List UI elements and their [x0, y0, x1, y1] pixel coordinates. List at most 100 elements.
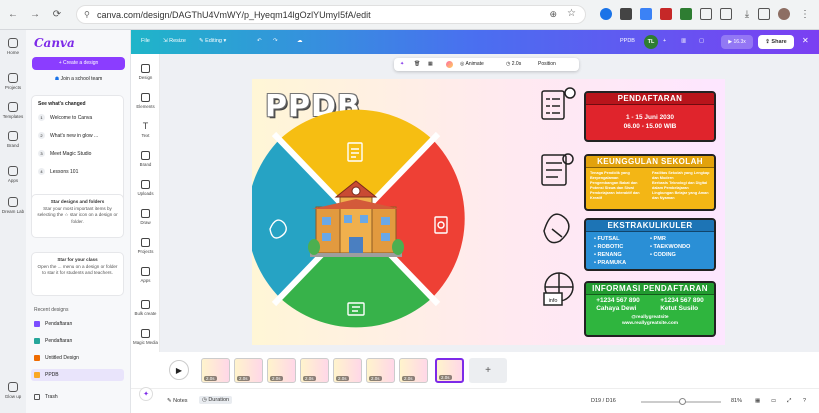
- trash-item[interactable]: Trash: [31, 391, 124, 403]
- extension-icon[interactable]: [620, 8, 632, 20]
- magic-media-icon: [141, 329, 150, 338]
- tool-apps[interactable]: Apps: [131, 267, 160, 283]
- notes-button[interactable]: ✎ Notes: [167, 398, 188, 404]
- menu-icon[interactable]: ⋮: [798, 8, 812, 22]
- zoom-level[interactable]: 81%: [731, 398, 742, 404]
- tool-design[interactable]: Design: [131, 64, 160, 80]
- duration-button[interactable]: ◷ 2.0s: [506, 61, 521, 67]
- puzzle-icon[interactable]: [700, 8, 712, 20]
- avatar[interactable]: TL: [644, 35, 658, 49]
- page-thumbnail[interactable]: 2.0s: [399, 358, 428, 383]
- list-item[interactable]: 2 What's new in glow ...: [38, 132, 98, 139]
- page-thumbnail[interactable]: 2.0s: [333, 358, 362, 383]
- back-icon[interactable]: ←: [6, 8, 20, 22]
- rail-glow-up[interactable]: Glow up: [0, 382, 26, 399]
- duration-button[interactable]: ◷ Duration: [199, 396, 233, 404]
- page-counter[interactable]: D19 / D16: [591, 398, 616, 404]
- extension-icon[interactable]: [680, 8, 692, 20]
- page-thumbnail[interactable]: 2.0s: [366, 358, 395, 383]
- recent-item-active[interactable]: PPDB: [31, 369, 124, 381]
- download-icon[interactable]: ⤓: [740, 8, 754, 22]
- document-title[interactable]: PPDB: [620, 38, 635, 44]
- share-button[interactable]: ⇪ Share: [758, 35, 794, 49]
- resize-button[interactable]: ⇲ Resize: [163, 38, 186, 44]
- tool-projects[interactable]: Projects: [131, 238, 160, 254]
- analytics-icon[interactable]: ▥: [681, 38, 686, 44]
- design-page[interactable]: PPDB info PENDAFTARAN 1 - 15 Juni 2030 0…: [252, 79, 725, 345]
- rail-templates[interactable]: Templates: [0, 102, 26, 119]
- ekstrakulikuler-box[interactable]: EKSTRAKULIKULER • FUTSAL • ROBOTIC • REN…: [584, 218, 716, 271]
- sidebar-icon[interactable]: [720, 8, 732, 20]
- add-page-button[interactable]: +: [469, 358, 507, 383]
- fullscreen-icon[interactable]: ⤢: [787, 398, 791, 405]
- brand-icon: [8, 131, 18, 141]
- zoom-slider[interactable]: [641, 398, 721, 405]
- profile-avatar[interactable]: [778, 8, 790, 20]
- tool-text[interactable]: T Text: [131, 122, 160, 139]
- extension-icon[interactable]: [640, 8, 652, 20]
- page-thumbnail-active[interactable]: 2.0s: [435, 358, 464, 383]
- rail-brand[interactable]: Brand: [0, 131, 26, 148]
- delete-icon[interactable]: 🗑: [414, 61, 420, 67]
- magic-icon[interactable]: ✦: [400, 61, 404, 67]
- present-button[interactable]: ▶ 16.3x: [721, 35, 753, 49]
- forward-icon[interactable]: →: [28, 8, 42, 22]
- rail-apps[interactable]: Apps: [0, 166, 26, 183]
- keunggulan-box[interactable]: KEUNGGULAN SEKOLAH Tenaga Pendidik yang …: [584, 154, 716, 211]
- page-count-icon[interactable]: ▭: [771, 398, 776, 404]
- rail-projects[interactable]: Projects: [0, 73, 26, 90]
- page-thumbnail[interactable]: 2.0s: [267, 358, 296, 383]
- informasi-box[interactable]: INFORMASI PENDAFTARAN +1234 567 890 Cahay…: [584, 281, 716, 337]
- comment-icon[interactable]: ▢: [699, 38, 704, 44]
- browser-toolbar: ← → ⟳ ⚲ canva.com/design/DAGThU4VmWY/p_H…: [0, 0, 819, 30]
- extension-v-icon[interactable]: [600, 8, 612, 20]
- join-school-team-button[interactable]: ☗ Join a school team: [32, 73, 125, 85]
- pendaftaran-box[interactable]: PENDAFTARAN 1 - 15 Juni 2030 06.00 - 15.…: [584, 91, 716, 142]
- page-thumbnail[interactable]: 2.0s: [201, 358, 230, 383]
- magic-assist-icon[interactable]: ✦: [139, 387, 153, 401]
- list-item[interactable]: 1 Welcome to Canva: [38, 114, 92, 121]
- recent-item[interactable]: Pendaftaran: [31, 335, 124, 347]
- close-icon[interactable]: ✕: [802, 36, 809, 45]
- rail-dream-lab[interactable]: Dream Lab: [0, 197, 26, 214]
- tool-brand[interactable]: Brand: [131, 151, 160, 167]
- site-info-icon[interactable]: ⚲: [84, 10, 90, 19]
- url-bar[interactable]: ⚲ canva.com/design/DAGThU4VmWY/p_Hyeqm14…: [76, 5, 586, 24]
- help-icon[interactable]: ?: [803, 398, 806, 404]
- extension-icon[interactable]: [660, 8, 672, 20]
- page-thumbnail[interactable]: 2.0s: [234, 358, 263, 383]
- tool-uploads[interactable]: Uploads: [131, 180, 160, 196]
- editor-footer: ✦ ✎ Notes ◷ Duration D19 / D16 81% ▦ ▭ ⤢…: [131, 387, 819, 413]
- reload-icon[interactable]: ⟳: [50, 8, 64, 22]
- tool-bulk-create[interactable]: Bulk create: [131, 300, 160, 316]
- tool-magic-media[interactable]: Magic Media: [131, 329, 160, 345]
- page-thumbnail[interactable]: 2.0s: [300, 358, 329, 383]
- rail-home[interactable]: Home: [0, 38, 26, 55]
- undo-icon[interactable]: ↶: [257, 38, 262, 44]
- recent-item[interactable]: Untitled Design: [31, 352, 124, 364]
- animate-button[interactable]: ◎ Animate: [460, 61, 484, 67]
- redo-icon[interactable]: ↷: [273, 38, 278, 44]
- editing-mode-button[interactable]: ✎ Editing ▾: [199, 38, 226, 44]
- design-thumb: [34, 355, 40, 361]
- list-item[interactable]: 4 Lessons 101: [38, 168, 78, 175]
- list-item[interactable]: 3 Meet Magic Studio: [38, 150, 91, 157]
- recent-item[interactable]: Pendaftaran: [31, 318, 124, 330]
- grid-icon[interactable]: ▦: [428, 61, 433, 67]
- file-menu[interactable]: File: [141, 38, 150, 44]
- bookmark-star-icon[interactable]: ☆: [567, 8, 576, 19]
- tab-icon[interactable]: [758, 8, 770, 20]
- zoom-slider-handle[interactable]: [679, 398, 686, 405]
- grid-view-icon[interactable]: ▦: [755, 398, 760, 404]
- create-design-button[interactable]: + Create a design: [32, 57, 125, 70]
- play-button[interactable]: ▶: [169, 360, 189, 380]
- canva-logo[interactable]: Canva: [34, 36, 75, 50]
- color-swatch[interactable]: [446, 61, 453, 68]
- tool-elements[interactable]: Elements: [131, 93, 160, 109]
- trash-icon: [34, 394, 40, 400]
- position-button[interactable]: Position: [538, 61, 556, 67]
- cloud-save-icon[interactable]: ☁: [297, 38, 303, 44]
- add-collaborator-icon[interactable]: +: [663, 38, 666, 44]
- tool-draw[interactable]: Draw: [131, 209, 160, 225]
- zoom-icon[interactable]: ⊕: [549, 9, 557, 20]
